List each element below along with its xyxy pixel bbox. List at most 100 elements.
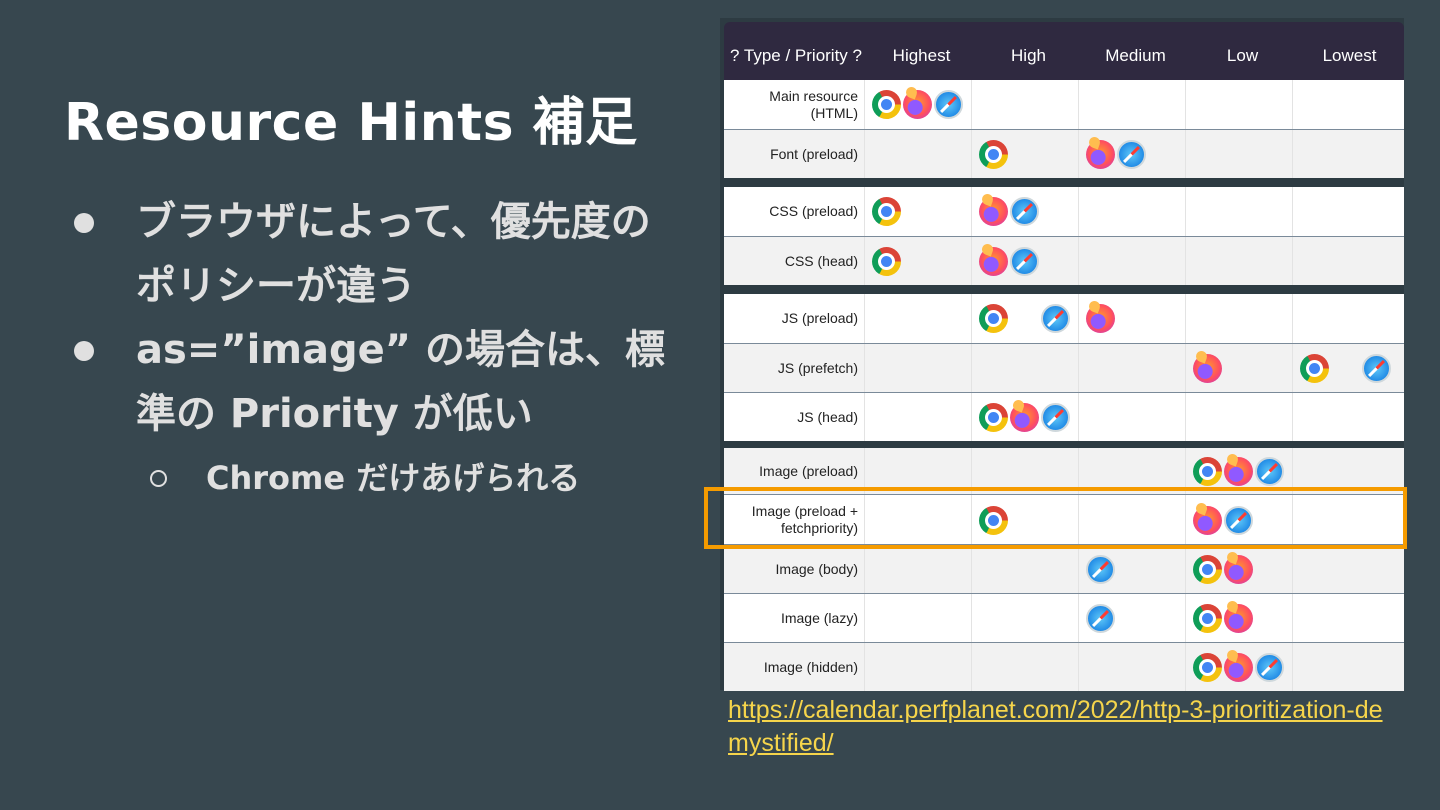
row-label: CSS (preload) [769,203,858,219]
chrome-icon [1193,555,1222,584]
row-label: Image (lazy) [780,609,858,626]
column-divider [1185,594,1186,642]
column-divider [1185,80,1186,129]
column-divider [1292,545,1293,593]
column-divider [1078,294,1079,343]
column-divider [971,594,972,642]
column-divider [1185,130,1186,178]
safari-icon [1041,304,1070,333]
column-divider [864,495,865,544]
column-divider [971,80,972,129]
firefox-icon [1193,506,1222,535]
column-divider [1292,594,1293,642]
column-divider [864,80,865,129]
column-divider [1292,495,1293,544]
chrome-icon [1193,653,1222,682]
column-divider [1185,545,1186,593]
bullet-dot-icon [74,213,94,233]
table-row: Image (preload) [724,448,1404,494]
column-divider [864,643,865,691]
row-label: JS (preload) [781,310,858,326]
column-divider [1078,594,1079,642]
table-row-group: Image (preload) Image (preload + fetchpri… [724,448,1404,691]
firefox-icon [1224,555,1253,584]
source-link[interactable]: https://calendar.perfplanet.com/2022/htt… [728,694,1398,760]
sub-bullet-circle-icon [150,470,167,487]
firefox-icon [979,197,1008,226]
table-row: CSS (head) [724,236,1404,285]
table-row: Font (preload) [724,129,1404,178]
bullet-dot-icon [74,341,94,361]
column-divider [1185,495,1186,544]
firefox-icon [1224,457,1253,486]
table-row: JS (prefetch) [724,343,1404,392]
row-label: Image (hidden) [763,658,858,675]
column-divider [1292,187,1293,236]
row-label: JS (head) [797,408,858,425]
row-label: Image (preload) [759,462,858,479]
chrome-icon [1300,354,1329,383]
column-divider [864,393,865,441]
column-divider [1078,643,1079,691]
column-divider [1292,80,1293,129]
column-divider [864,130,865,178]
column-divider [1185,294,1186,343]
column-divider [971,294,972,343]
bullet-item: ブラウザによって、優先度のポリシーが違う [70,190,690,318]
safari-icon [1010,247,1039,276]
chrome-icon [872,247,901,276]
chrome-icon [979,506,1008,535]
column-divider [1292,643,1293,691]
safari-icon [1224,506,1253,535]
table-row: Image (lazy) [724,593,1404,642]
safari-icon [1086,555,1115,584]
table-row-group: CSS (preload) CSS (head) [724,187,1404,285]
safari-icon [934,90,963,119]
firefox-icon [1086,140,1115,169]
table-row: JS (head) [724,392,1404,441]
column-divider [1292,448,1293,494]
chrome-icon [979,140,1008,169]
firefox-icon [1193,354,1222,383]
firefox-icon [1224,604,1253,633]
column-divider [971,643,972,691]
column-divider [1185,643,1186,691]
firefox-icon [1224,653,1253,682]
chrome-icon [979,304,1008,333]
chrome-icon [979,403,1008,432]
chrome-icon [872,197,901,226]
column-divider [864,545,865,593]
chrome-icon [1193,457,1222,486]
column-divider [1292,344,1293,392]
table-row: CSS (preload) [724,187,1404,236]
column-divider [1078,237,1079,285]
table-row: Image (hidden) [724,642,1404,691]
table-row-group: JS (preload) JS (prefetch) JS (head) [724,294,1404,441]
safari-icon [1010,197,1039,226]
safari-icon [1041,403,1070,432]
row-label: Main resource (HTML) [769,87,858,121]
bullet-text: as=”image” の場合は、標準の Priority が低い [136,327,665,437]
table-row: JS (preload) [724,294,1404,343]
safari-icon [1255,653,1284,682]
column-divider [971,448,972,494]
column-divider [1078,393,1079,441]
column-divider [1078,130,1079,178]
column-divider [1185,187,1186,236]
bullet-text: ブラウザによって、優先度のポリシーが違う [136,199,651,309]
column-divider [971,393,972,441]
column-divider [1185,237,1186,285]
column-divider [1078,80,1079,129]
safari-icon [1086,604,1115,633]
column-divider [864,344,865,392]
safari-icon [1362,354,1391,383]
column-divider [971,187,972,236]
column-divider [1185,344,1186,392]
column-divider [1078,187,1079,236]
column-divider [971,545,972,593]
column-divider [864,237,865,285]
table-row: Image (preload + fetchpriority) [724,494,1404,544]
sub-bullet-item: Chrome だけあげられる [70,448,690,508]
firefox-icon [903,90,932,119]
safari-icon [1255,457,1284,486]
